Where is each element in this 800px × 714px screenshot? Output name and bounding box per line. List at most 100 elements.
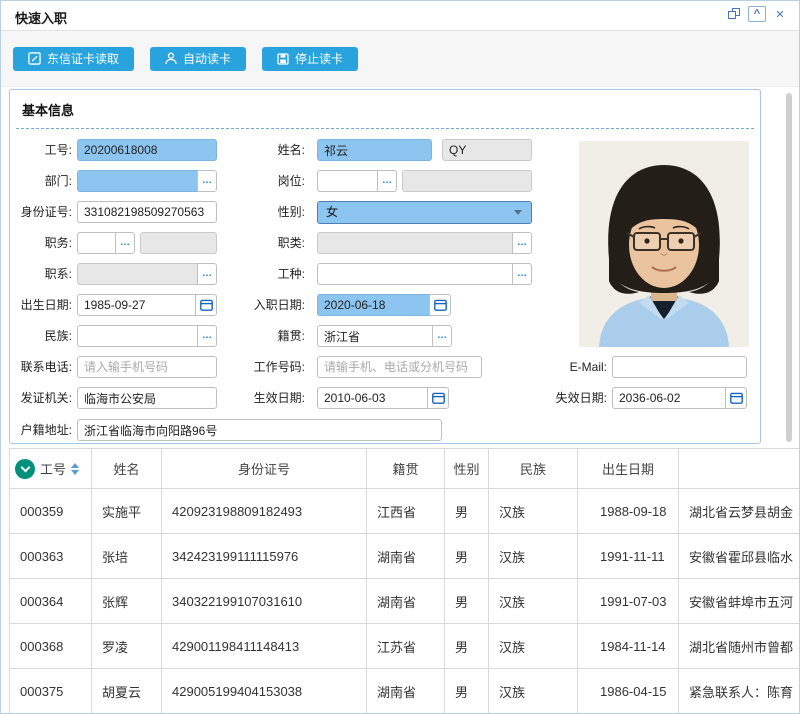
duty-field-group: …: [77, 232, 135, 254]
native-place-field[interactable]: [317, 325, 432, 347]
collapse-icon: ^: [754, 8, 760, 20]
chevron-down-icon: [20, 462, 30, 472]
vertical-scrollbar[interactable]: [786, 93, 792, 442]
cell-address: 安徽省霍邱县临水: [679, 534, 800, 579]
cell-ethnic: 汉族: [489, 624, 578, 669]
dashed-divider: [16, 128, 754, 129]
sort-control[interactable]: [71, 463, 79, 475]
table-row[interactable]: 000363 张培 342423199111115976 湖南省 男 汉族 19…: [10, 534, 800, 579]
birth-date-label: 出生日期:: [10, 294, 72, 316]
cell-native-place: 江苏省: [367, 624, 445, 669]
employee-table: 工号 姓名 身份证号 籍贯 性别 民族 出生日期 000359 实施平 4209…: [9, 448, 800, 714]
hire-date-calendar-button[interactable]: [429, 294, 451, 316]
cell-native-place: 江西省: [367, 489, 445, 534]
issue-org-label: 发证机关:: [10, 387, 72, 409]
hire-date-field[interactable]: [317, 294, 429, 316]
birth-date-field[interactable]: [77, 294, 195, 316]
id-no-label: 身份证号:: [10, 201, 72, 223]
window-controls: ^ ✕: [725, 6, 789, 22]
post-label: 岗位:: [190, 170, 305, 192]
email-label: E-Mail:: [490, 356, 607, 378]
gender-select[interactable]: 女: [317, 201, 532, 224]
duty-field[interactable]: [77, 232, 115, 254]
post-field-group: …: [317, 170, 397, 192]
cell-id-no: 342423199111115976: [162, 534, 367, 579]
table-row[interactable]: 000364 张辉 340322199107031610 湖南省 男 汉族 19…: [10, 579, 800, 624]
button-label: 东信证卡读取: [47, 50, 119, 67]
ellipsis-icon: …: [517, 268, 527, 279]
employee-photo: [579, 141, 749, 347]
name-pinyin-field: [442, 139, 532, 161]
cell-address: 安徽省蚌埠市五河: [679, 579, 800, 624]
cell-id-no: 420923198809182493: [162, 489, 367, 534]
post-field[interactable]: [317, 170, 377, 192]
address-label: 户籍地址:: [10, 419, 72, 441]
cell-gender: 男: [445, 534, 489, 579]
post-name-field: [402, 170, 532, 192]
effective-date-field[interactable]: [317, 387, 427, 409]
stop-read-card-button[interactable]: 停止读卡: [262, 47, 358, 71]
cell-emp-no: 000363: [10, 534, 92, 579]
hire-date-group: [317, 294, 451, 316]
auto-read-card-button[interactable]: 自动读卡: [150, 47, 246, 71]
job-series-field: [77, 263, 197, 285]
cell-name: 胡夏云: [92, 669, 162, 714]
name-field[interactable]: [317, 139, 432, 161]
card-read-dongxin-button[interactable]: 东信证卡读取: [13, 47, 134, 71]
cell-id-no: 429005199404153038: [162, 669, 367, 714]
quick-onboarding-window: 快速入职 ^ ✕ 东信证卡读取 自动读卡 停止读卡 基本信息: [0, 0, 800, 714]
expiry-date-calendar-button[interactable]: [725, 387, 747, 409]
collapse-window-button[interactable]: ^: [748, 6, 766, 22]
button-label: 自动读卡: [183, 50, 231, 67]
calendar-icon: [730, 392, 743, 404]
job-series-label: 职系:: [10, 263, 72, 285]
cell-birth-date: 1991-07-03: [578, 579, 679, 624]
dept-field[interactable]: [77, 170, 197, 192]
cell-emp-no: 000359: [10, 489, 92, 534]
work-type-lookup-button[interactable]: …: [512, 263, 532, 285]
cell-name: 实施平: [92, 489, 162, 534]
cell-id-no: 340322199107031610: [162, 579, 367, 624]
emp-no-label: 工号:: [10, 139, 72, 161]
cell-emp-no: 000375: [10, 669, 92, 714]
sort-asc-icon: [71, 463, 79, 468]
column-header: 籍贯: [367, 449, 445, 489]
expand-selector-button[interactable]: [15, 459, 35, 479]
job-class-field-group: …: [317, 232, 532, 254]
cell-gender: 男: [445, 669, 489, 714]
native-place-label: 籍贯:: [190, 325, 305, 347]
column-header: 性别: [445, 449, 489, 489]
post-lookup-button[interactable]: …: [377, 170, 397, 192]
job-class-field: [317, 232, 512, 254]
ellipsis-icon: …: [437, 330, 447, 341]
email-field[interactable]: [612, 356, 747, 378]
work-type-field[interactable]: [317, 263, 512, 285]
expiry-date-group: [612, 387, 747, 409]
table-row[interactable]: 000375 胡夏云 429005199404153038 湖南省 男 汉族 1…: [10, 669, 800, 714]
cell-ethnic: 汉族: [489, 489, 578, 534]
close-window-button[interactable]: ✕: [771, 6, 789, 22]
table-row[interactable]: 000359 实施平 420923198809182493 江西省 男 汉族 1…: [10, 489, 800, 534]
duty-lookup-button[interactable]: …: [115, 232, 135, 254]
job-class-lookup-button[interactable]: …: [512, 232, 532, 254]
emp-no-header-cell: 工号: [10, 449, 92, 489]
window-title: 快速入职: [15, 8, 67, 27]
cell-native-place: 湖南省: [367, 669, 445, 714]
restore-window-button[interactable]: [725, 6, 743, 22]
cell-address: 紧急联系人：陈育: [679, 669, 800, 714]
chevron-down-icon: [514, 210, 522, 215]
column-header: 工号: [40, 459, 66, 478]
cell-ethnic: 汉族: [489, 534, 578, 579]
work-phone-field[interactable]: [317, 356, 482, 378]
work-type-label: 工种:: [190, 263, 305, 285]
cell-birth-date: 1986-04-15: [578, 669, 679, 714]
address-field[interactable]: [77, 419, 442, 441]
effective-date-calendar-button[interactable]: [427, 387, 449, 409]
ethnic-field[interactable]: [77, 325, 197, 347]
calendar-icon: [432, 392, 445, 404]
native-place-lookup-button[interactable]: …: [432, 325, 452, 347]
table-row[interactable]: 000368 罗凌 429001198411148413 江苏省 男 汉族 19…: [10, 624, 800, 669]
cell-native-place: 湖南省: [367, 579, 445, 624]
expiry-date-field[interactable]: [612, 387, 725, 409]
calendar-icon: [434, 299, 447, 311]
